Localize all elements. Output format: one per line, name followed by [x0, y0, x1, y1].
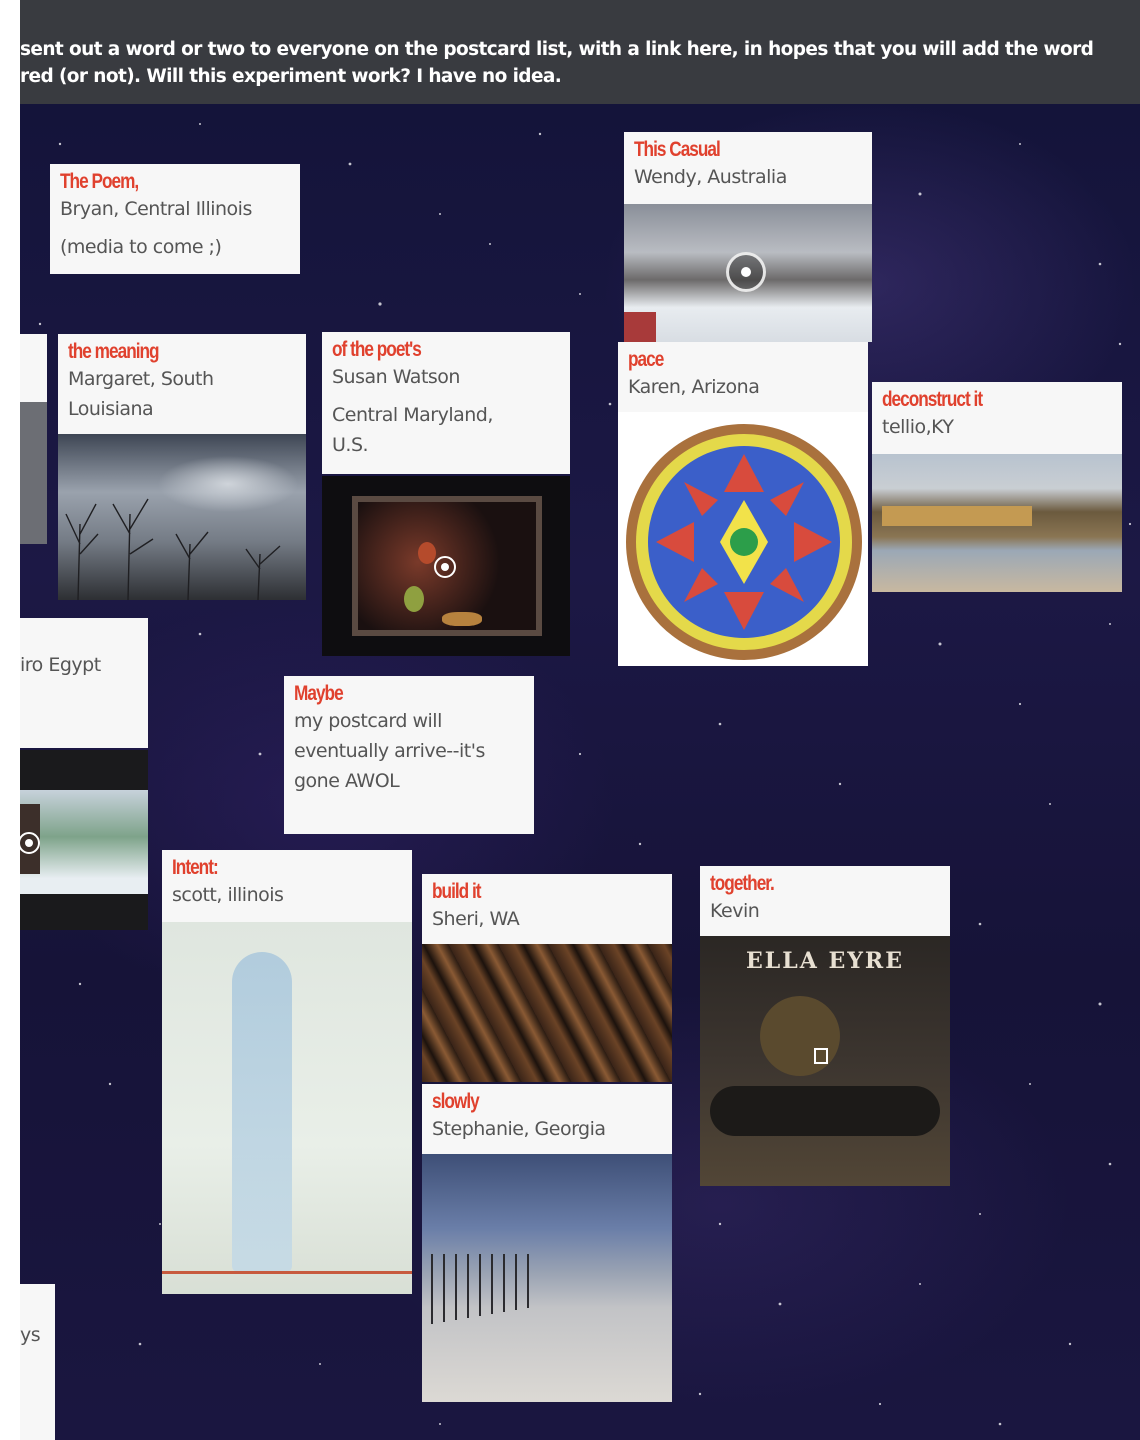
mandala-artwork	[626, 424, 862, 660]
floor-line	[162, 1271, 412, 1274]
padlet-board[interactable]: The Poem, Bryan, Central Illinois (media…	[20, 104, 1140, 1440]
post-location: Central Maryland,	[332, 404, 493, 426]
post-card-maybe[interactable]: Maybe my postcard will eventually arrive…	[284, 676, 534, 834]
post-image-beach-storm	[422, 1154, 672, 1402]
post-image-wood-type	[422, 944, 672, 1082]
post-author: ys	[20, 1324, 41, 1346]
post-author: Kevin	[710, 900, 760, 922]
post-image-figure	[162, 922, 412, 1294]
post-author: Stephanie, Georgia	[432, 1118, 606, 1140]
post-video-partial-winter[interactable]	[20, 750, 148, 930]
post-card-partial-left[interactable]	[20, 334, 47, 544]
post-author-line-2: Louisiana	[68, 398, 154, 420]
fruit	[418, 542, 436, 564]
beach-fence	[431, 1254, 529, 1324]
post-body-line-3: gone AWOL	[294, 770, 400, 792]
building	[882, 506, 1032, 526]
post-title: deconstruct it	[882, 388, 983, 411]
post-card-partial-bottom-left[interactable]: ys	[20, 1284, 55, 1440]
post-image-cloudy-sky	[58, 434, 306, 600]
post-title: slowly	[432, 1090, 480, 1113]
post-title: build it	[432, 880, 482, 903]
post-author: Margaret, South	[68, 368, 214, 390]
post-card-cairo-egypt[interactable]: iro Egypt	[20, 618, 148, 748]
figure-silhouette	[232, 952, 292, 1272]
intro-text-line-2: red (or not). Will this experiment work?…	[20, 66, 562, 87]
post-video-thumbnail[interactable]	[624, 204, 872, 342]
post-title: Maybe	[294, 682, 344, 705]
post-card-this-casual[interactable]: This Casual Wendy, Australia	[624, 132, 872, 342]
tree-silhouettes	[65, 498, 281, 600]
post-video-window-fruit[interactable]	[322, 476, 570, 656]
thumbnail-detail	[624, 312, 656, 342]
post-card-of-the-poets[interactable]: of the poet's Susan Watson Central Maryl…	[322, 332, 570, 474]
post-author: Susan Watson	[332, 366, 460, 388]
post-image	[20, 402, 47, 544]
post-author: scott, illinois	[172, 884, 284, 906]
post-location-line-2: U.S.	[332, 434, 369, 456]
album-artwork-figure	[710, 1086, 940, 1136]
post-title: This Casual	[634, 138, 721, 161]
document-icon	[814, 1048, 828, 1064]
fruit	[442, 612, 482, 626]
post-card-together[interactable]: together. Kevin ELLA EYRE	[700, 866, 950, 1186]
post-card-the-meaning[interactable]: the meaning Margaret, South Louisiana	[58, 334, 306, 600]
post-title: The Poem,	[60, 170, 139, 193]
post-title: together.	[710, 872, 775, 895]
post-card-slowly[interactable]: slowly Stephanie, Georgia	[422, 1084, 672, 1402]
intro-text-line-1: sent out a word or two to everyone on th…	[20, 39, 1094, 60]
post-album-cover[interactable]: ELLA EYRE	[700, 936, 950, 1186]
post-title: pace	[628, 348, 664, 371]
post-image-river-building	[872, 454, 1122, 592]
post-title: the meaning	[68, 340, 160, 363]
post-card-deconstruct-it[interactable]: deconstruct it tellio,KY	[872, 382, 1122, 592]
page-left-margin	[0, 0, 20, 1440]
album-title: ELLA EYRE	[746, 948, 904, 974]
play-icon[interactable]	[434, 556, 456, 578]
post-author: tellio,KY	[882, 416, 954, 438]
intro-banner: sent out a word or two to everyone on th…	[20, 0, 1140, 104]
post-image-mandala	[618, 412, 868, 666]
post-body: (media to come ;)	[60, 236, 222, 258]
post-card-intent[interactable]: Intent: scott, illinois	[162, 850, 412, 1294]
post-body-line-1: my postcard will	[294, 710, 442, 732]
post-author: Karen, Arizona	[628, 376, 760, 398]
post-author: Sheri, WA	[432, 908, 520, 930]
post-title: Intent:	[172, 856, 219, 879]
post-card-pace[interactable]: pace Karen, Arizona	[618, 342, 868, 666]
album-artwork-detail	[760, 996, 840, 1076]
post-title: of the poet's	[332, 338, 422, 361]
post-card-build-it[interactable]: build it Sheri, WA	[422, 874, 672, 1082]
post-author: iro Egypt	[20, 654, 101, 676]
post-author: Wendy, Australia	[634, 166, 787, 188]
post-body-line-2: eventually arrive--it's	[294, 740, 485, 762]
post-author: Bryan, Central Illinois	[60, 198, 252, 220]
fruit	[404, 586, 424, 612]
post-card-the-poem[interactable]: The Poem, Bryan, Central Illinois (media…	[50, 164, 300, 274]
play-icon[interactable]	[726, 252, 766, 292]
